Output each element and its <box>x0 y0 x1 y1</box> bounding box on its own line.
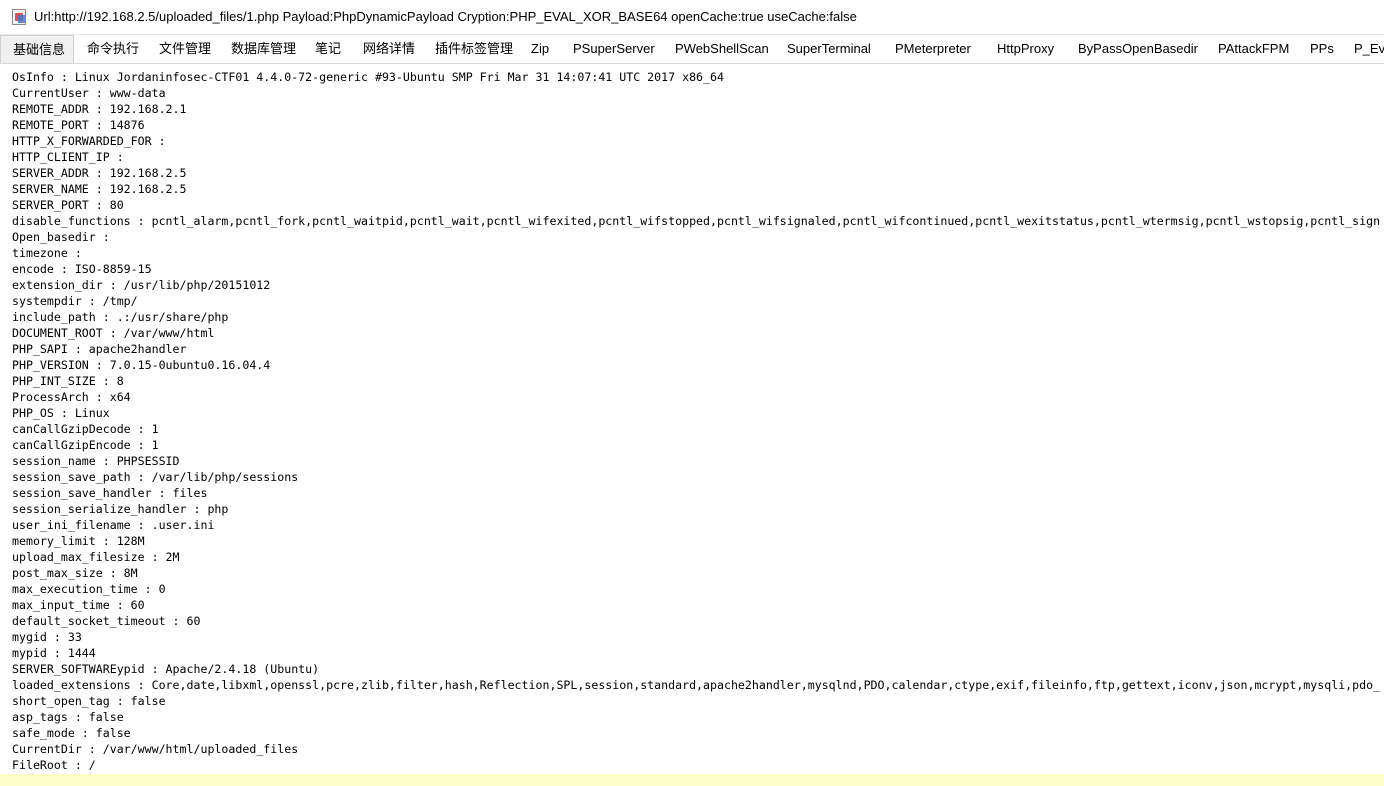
shell-manager-window: Url:http://192.168.2.5/uploaded_files/1.… <box>0 0 1384 786</box>
info-line: systempdir : /tmp/ <box>12 294 138 308</box>
tab-pattackfpm[interactable]: PAttackFPM <box>1218 35 1289 63</box>
info-line: max_execution_time : 0 <box>12 582 166 596</box>
tab-network-details[interactable]: 网络详情 <box>363 35 415 63</box>
tab-notes[interactable]: 笔记 <box>315 35 341 63</box>
tab-basic-info[interactable]: 基础信息 <box>0 35 74 63</box>
info-line: PHP_SAPI : apache2handler <box>12 342 187 356</box>
info-line: FileRoot : / <box>12 758 96 772</box>
info-line: timezone : <box>12 246 82 260</box>
tab-superterminal[interactable]: SuperTerminal <box>787 35 871 63</box>
tab-file-manager[interactable]: 文件管理 <box>159 35 211 63</box>
info-line: max_input_time : 60 <box>12 598 145 612</box>
info-line: default_socket_timeout : 60 <box>12 614 201 628</box>
info-line: upload_max_filesize : 2M <box>12 550 180 564</box>
info-line: session_save_handler : files <box>12 486 208 500</box>
info-line: PHP_OS : Linux <box>12 406 110 420</box>
info-line: memory_limit : 128M <box>12 534 145 548</box>
tab-zip[interactable]: Zip <box>531 35 549 63</box>
info-line: session_serialize_handler : php <box>12 502 229 516</box>
info-line: extension_dir : /usr/lib/php/20151012 <box>12 278 271 292</box>
tab-httpproxy[interactable]: HttpProxy <box>997 35 1054 63</box>
info-line: include_path : .:/usr/share/php <box>12 310 229 324</box>
tab-pwebshellscan[interactable]: PWebShellScan <box>675 35 769 63</box>
info-line: asp_tags : false <box>12 710 124 724</box>
info-line: disable_functions : pcntl_alarm,pcntl_fo… <box>12 214 1381 228</box>
tab-p-eval[interactable]: P_Eva <box>1354 35 1384 63</box>
info-line: loaded_extensions : Core,date,libxml,ope… <box>12 678 1381 692</box>
title-bar[interactable]: Url:http://192.168.2.5/uploaded_files/1.… <box>0 0 1384 35</box>
info-line: CurrentUser : www-data <box>12 86 166 100</box>
java-app-icon <box>12 9 26 25</box>
info-line: REMOTE_ADDR : 192.168.2.1 <box>12 102 187 116</box>
window-title: Url:http://192.168.2.5/uploaded_files/1.… <box>34 9 857 24</box>
tab-database-manager[interactable]: 数据库管理 <box>231 35 296 63</box>
info-line: SERVER_NAME : 192.168.2.5 <box>12 182 187 196</box>
info-line: canCallGzipEncode : 1 <box>12 438 159 452</box>
info-line: session_name : PHPSESSID <box>12 454 180 468</box>
info-line: ProcessArch : x64 <box>12 390 131 404</box>
info-line: SERVER_ADDR : 192.168.2.5 <box>12 166 187 180</box>
tab-pps[interactable]: PPs <box>1310 35 1334 63</box>
current-line-highlight <box>0 774 1384 786</box>
info-line: mypid : 1444 <box>12 646 96 660</box>
info-line: DOCUMENT_ROOT : /var/www/html <box>12 326 215 340</box>
info-line: canCallGzipDecode : 1 <box>12 422 159 436</box>
info-line: encode : ISO-8859-15 <box>12 262 152 276</box>
info-line: mygid : 33 <box>12 630 82 644</box>
tab-command-exec[interactable]: 命令执行 <box>87 35 139 63</box>
info-line: safe_mode : false <box>12 726 131 740</box>
tab-psuperserver[interactable]: PSuperServer <box>573 35 655 63</box>
tab-pmeterpreter[interactable]: PMeterpreter <box>895 35 971 63</box>
basic-info-text-area[interactable]: OsInfo : Linux Jordaninfosec-CTF01 4.4.0… <box>0 64 1384 786</box>
tab-bar: 基础信息 命令执行 文件管理 数据库管理 笔记 网络详情 插件标签管理 Zip … <box>0 35 1384 64</box>
info-line: REMOTE_PORT : 14876 <box>12 118 145 132</box>
tab-bypassopenbasedir[interactable]: ByPassOpenBasedir <box>1078 35 1198 63</box>
info-line: user_ini_filename : .user.ini <box>12 518 215 532</box>
info-line: SERVER_SOFTWAREypid : Apache/2.4.18 (Ubu… <box>12 662 320 676</box>
info-line: post_max_size : 8M <box>12 566 138 580</box>
info-line: PHP_VERSION : 7.0.15-0ubuntu0.16.04.4 <box>12 358 271 372</box>
tab-plugin-tag-manager[interactable]: 插件标签管理 <box>435 35 513 63</box>
info-line: CurrentDir : /var/www/html/uploaded_file… <box>12 742 299 756</box>
info-line: PHP_INT_SIZE : 8 <box>12 374 124 388</box>
info-line: HTTP_X_FORWARDED_FOR : <box>12 134 166 148</box>
info-line: Open_basedir : <box>12 230 110 244</box>
info-line: OsInfo : Linux Jordaninfosec-CTF01 4.4.0… <box>12 70 724 84</box>
info-line: short_open_tag : false <box>12 694 166 708</box>
info-line: SERVER_PORT : 80 <box>12 198 124 212</box>
info-line: session_save_path : /var/lib/php/session… <box>12 470 299 484</box>
info-line: HTTP_CLIENT_IP : <box>12 150 124 164</box>
